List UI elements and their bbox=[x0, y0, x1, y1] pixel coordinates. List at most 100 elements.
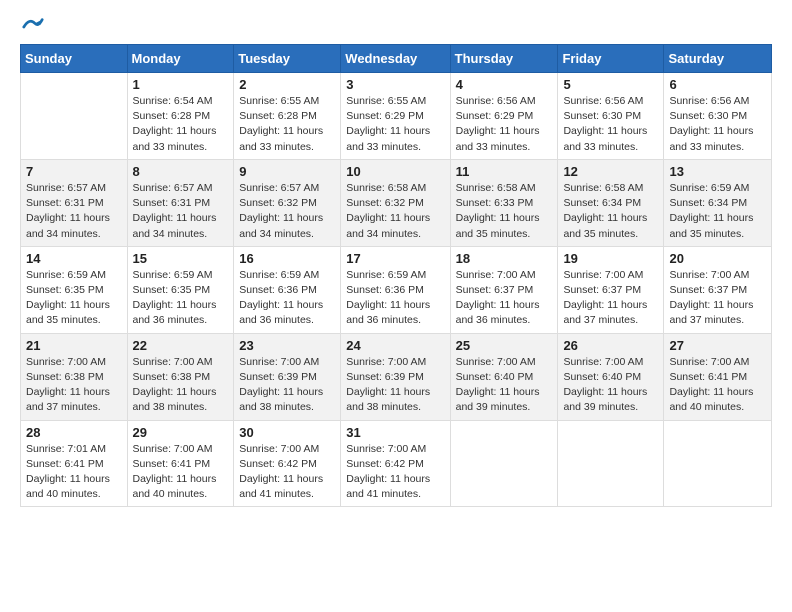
day-number: 31 bbox=[346, 425, 444, 440]
calendar-cell: 21 Sunrise: 7:00 AM Sunset: 6:38 PM Dayli… bbox=[21, 333, 128, 420]
day-number: 25 bbox=[456, 338, 553, 353]
day-number: 27 bbox=[669, 338, 766, 353]
cell-info: Sunrise: 7:00 AM Sunset: 6:42 PM Dayligh… bbox=[346, 442, 444, 503]
week-row-4: 21 Sunrise: 7:00 AM Sunset: 6:38 PM Dayli… bbox=[21, 333, 772, 420]
calendar-cell: 5Sunrise: 6:56 AM Sunset: 6:30 PM Daylig… bbox=[558, 73, 664, 160]
cell-info: Sunrise: 6:56 AM Sunset: 6:29 PM Dayligh… bbox=[456, 94, 553, 155]
day-number: 16 bbox=[239, 251, 335, 266]
cell-info: Sunrise: 7:00 AM Sunset: 6:42 PM Dayligh… bbox=[239, 442, 335, 503]
day-number: 1 bbox=[133, 77, 229, 92]
calendar-cell bbox=[450, 420, 558, 507]
cell-info: Sunrise: 6:59 AM Sunset: 6:36 PM Dayligh… bbox=[346, 268, 444, 329]
day-number: 5 bbox=[563, 77, 658, 92]
col-header-wednesday: Wednesday bbox=[341, 45, 450, 73]
day-number: 26 bbox=[563, 338, 658, 353]
cell-info: Sunrise: 6:59 AM Sunset: 6:35 PM Dayligh… bbox=[133, 268, 229, 329]
calendar-cell: 11 Sunrise: 6:58 AM Sunset: 6:33 PM Dayli… bbox=[450, 159, 558, 246]
calendar-cell: 31 Sunrise: 7:00 AM Sunset: 6:42 PM Dayli… bbox=[341, 420, 450, 507]
calendar-cell: 15 Sunrise: 6:59 AM Sunset: 6:35 PM Dayli… bbox=[127, 246, 234, 333]
col-header-monday: Monday bbox=[127, 45, 234, 73]
calendar-cell: 22Sunrise: 7:00 AM Sunset: 6:38 PM Dayli… bbox=[127, 333, 234, 420]
cell-info: Sunrise: 6:58 AM Sunset: 6:33 PM Dayligh… bbox=[456, 181, 553, 242]
cell-info: Sunrise: 7:00 AM Sunset: 6:39 PM Dayligh… bbox=[239, 355, 335, 416]
col-header-thursday: Thursday bbox=[450, 45, 558, 73]
calendar-cell: 20 Sunrise: 7:00 AM Sunset: 6:37 PM Dayli… bbox=[664, 246, 772, 333]
day-number: 14 bbox=[26, 251, 122, 266]
calendar-cell: 12 Sunrise: 6:58 AM Sunset: 6:34 PM Dayli… bbox=[558, 159, 664, 246]
calendar-header-row: SundayMondayTuesdayWednesdayThursdayFrid… bbox=[21, 45, 772, 73]
logo-icon bbox=[22, 16, 44, 38]
cell-info: Sunrise: 7:00 AM Sunset: 6:37 PM Dayligh… bbox=[456, 268, 553, 329]
day-number: 10 bbox=[346, 164, 444, 179]
day-number: 2 bbox=[239, 77, 335, 92]
cell-info: Sunrise: 7:00 AM Sunset: 6:41 PM Dayligh… bbox=[669, 355, 766, 416]
day-number: 15 bbox=[133, 251, 229, 266]
calendar-cell: 10 Sunrise: 6:58 AM Sunset: 6:32 PM Dayli… bbox=[341, 159, 450, 246]
calendar-cell: 23 Sunrise: 7:00 AM Sunset: 6:39 PM Dayli… bbox=[234, 333, 341, 420]
day-number: 22 bbox=[133, 338, 229, 353]
calendar-cell: 17 Sunrise: 6:59 AM Sunset: 6:36 PM Dayli… bbox=[341, 246, 450, 333]
calendar-cell: 13Sunrise: 6:59 AM Sunset: 6:34 PM Dayli… bbox=[664, 159, 772, 246]
calendar-cell: 25 Sunrise: 7:00 AM Sunset: 6:40 PM Dayli… bbox=[450, 333, 558, 420]
day-number: 11 bbox=[456, 164, 553, 179]
day-number: 8 bbox=[133, 164, 229, 179]
cell-info: Sunrise: 6:58 AM Sunset: 6:32 PM Dayligh… bbox=[346, 181, 444, 242]
cell-info: Sunrise: 6:55 AM Sunset: 6:29 PM Dayligh… bbox=[346, 94, 444, 155]
calendar-cell: 28Sunrise: 7:01 AM Sunset: 6:41 PM Dayli… bbox=[21, 420, 128, 507]
day-number: 30 bbox=[239, 425, 335, 440]
day-number: 21 bbox=[26, 338, 122, 353]
cell-info: Sunrise: 6:57 AM Sunset: 6:32 PM Dayligh… bbox=[239, 181, 335, 242]
col-header-sunday: Sunday bbox=[21, 45, 128, 73]
calendar-cell: 29 Sunrise: 7:00 AM Sunset: 6:41 PM Dayli… bbox=[127, 420, 234, 507]
cell-info: Sunrise: 7:00 AM Sunset: 6:39 PM Dayligh… bbox=[346, 355, 444, 416]
day-number: 12 bbox=[563, 164, 658, 179]
calendar-cell bbox=[558, 420, 664, 507]
day-number: 23 bbox=[239, 338, 335, 353]
calendar-cell: 4Sunrise: 6:56 AM Sunset: 6:29 PM Daylig… bbox=[450, 73, 558, 160]
cell-info: Sunrise: 6:58 AM Sunset: 6:34 PM Dayligh… bbox=[563, 181, 658, 242]
day-number: 13 bbox=[669, 164, 766, 179]
week-row-5: 28Sunrise: 7:01 AM Sunset: 6:41 PM Dayli… bbox=[21, 420, 772, 507]
calendar-table: SundayMondayTuesdayWednesdayThursdayFrid… bbox=[20, 44, 772, 507]
day-number: 7 bbox=[26, 164, 122, 179]
calendar-cell: 8 Sunrise: 6:57 AM Sunset: 6:31 PM Daylig… bbox=[127, 159, 234, 246]
cell-info: Sunrise: 7:00 AM Sunset: 6:40 PM Dayligh… bbox=[563, 355, 658, 416]
calendar-cell: 24 Sunrise: 7:00 AM Sunset: 6:39 PM Dayli… bbox=[341, 333, 450, 420]
cell-info: Sunrise: 7:00 AM Sunset: 6:38 PM Dayligh… bbox=[26, 355, 122, 416]
logo bbox=[20, 16, 44, 34]
col-header-tuesday: Tuesday bbox=[234, 45, 341, 73]
cell-info: Sunrise: 6:57 AM Sunset: 6:31 PM Dayligh… bbox=[26, 181, 122, 242]
calendar-cell bbox=[21, 73, 128, 160]
day-number: 9 bbox=[239, 164, 335, 179]
day-number: 24 bbox=[346, 338, 444, 353]
day-number: 19 bbox=[563, 251, 658, 266]
week-row-2: 7 Sunrise: 6:57 AM Sunset: 6:31 PM Daylig… bbox=[21, 159, 772, 246]
col-header-saturday: Saturday bbox=[664, 45, 772, 73]
calendar-cell bbox=[664, 420, 772, 507]
day-number: 18 bbox=[456, 251, 553, 266]
cell-info: Sunrise: 7:00 AM Sunset: 6:37 PM Dayligh… bbox=[563, 268, 658, 329]
header bbox=[20, 16, 772, 34]
cell-info: Sunrise: 7:00 AM Sunset: 6:37 PM Dayligh… bbox=[669, 268, 766, 329]
cell-info: Sunrise: 6:55 AM Sunset: 6:28 PM Dayligh… bbox=[239, 94, 335, 155]
cell-info: Sunrise: 6:59 AM Sunset: 6:35 PM Dayligh… bbox=[26, 268, 122, 329]
calendar-cell: 1Sunrise: 6:54 AM Sunset: 6:28 PM Daylig… bbox=[127, 73, 234, 160]
calendar-cell: 16 Sunrise: 6:59 AM Sunset: 6:36 PM Dayli… bbox=[234, 246, 341, 333]
calendar-cell: 19 Sunrise: 7:00 AM Sunset: 6:37 PM Dayli… bbox=[558, 246, 664, 333]
day-number: 29 bbox=[133, 425, 229, 440]
page: SundayMondayTuesdayWednesdayThursdayFrid… bbox=[0, 0, 792, 527]
day-number: 28 bbox=[26, 425, 122, 440]
cell-info: Sunrise: 6:59 AM Sunset: 6:36 PM Dayligh… bbox=[239, 268, 335, 329]
calendar-cell: 27 Sunrise: 7:00 AM Sunset: 6:41 PM Dayli… bbox=[664, 333, 772, 420]
calendar-cell: 7 Sunrise: 6:57 AM Sunset: 6:31 PM Daylig… bbox=[21, 159, 128, 246]
cell-info: Sunrise: 7:00 AM Sunset: 6:41 PM Dayligh… bbox=[133, 442, 229, 503]
day-number: 17 bbox=[346, 251, 444, 266]
cell-info: Sunrise: 6:57 AM Sunset: 6:31 PM Dayligh… bbox=[133, 181, 229, 242]
calendar-cell: 2 Sunrise: 6:55 AM Sunset: 6:28 PM Daylig… bbox=[234, 73, 341, 160]
day-number: 20 bbox=[669, 251, 766, 266]
day-number: 6 bbox=[669, 77, 766, 92]
calendar-cell: 26 Sunrise: 7:00 AM Sunset: 6:40 PM Dayli… bbox=[558, 333, 664, 420]
cell-info: Sunrise: 7:00 AM Sunset: 6:40 PM Dayligh… bbox=[456, 355, 553, 416]
week-row-1: 1Sunrise: 6:54 AM Sunset: 6:28 PM Daylig… bbox=[21, 73, 772, 160]
calendar-cell: 6Sunrise: 6:56 AM Sunset: 6:30 PM Daylig… bbox=[664, 73, 772, 160]
